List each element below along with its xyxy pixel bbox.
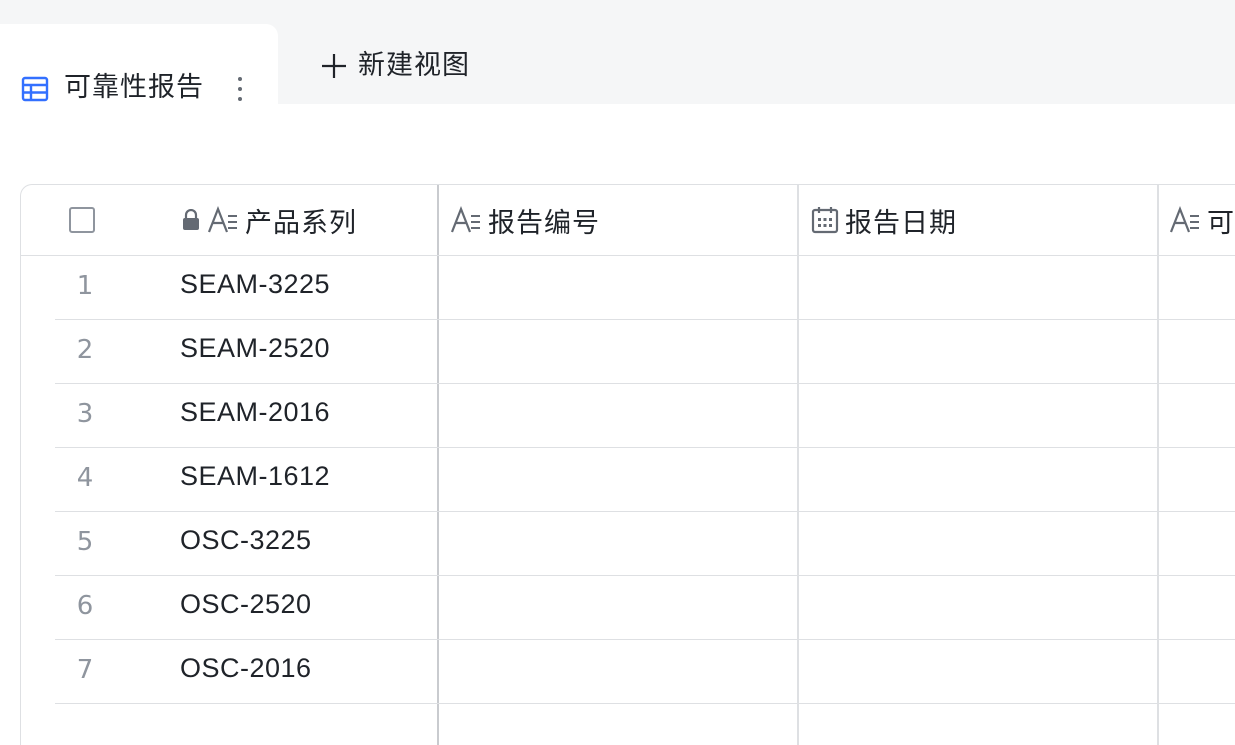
tab-label: 可靠性报告 bbox=[64, 72, 204, 103]
table-row[interactable]: 7 OSC-2016 bbox=[55, 639, 1235, 704]
row-number: 3 bbox=[76, 399, 94, 429]
view-tab-bar: 可靠性报告 新建视图 bbox=[0, 0, 1235, 104]
product-series-cell[interactable]: OSC-2016 bbox=[180, 653, 312, 684]
column-header-reliability[interactable]: 可 bbox=[1169, 185, 1235, 255]
column-header-label: 可 bbox=[1207, 207, 1235, 239]
grid-view-icon bbox=[21, 76, 49, 102]
new-view-label: 新建视图 bbox=[358, 50, 470, 81]
product-series-cell[interactable]: OSC-2520 bbox=[180, 589, 312, 620]
column-header-label: 报告日期 bbox=[845, 207, 957, 239]
text-field-icon bbox=[1169, 206, 1199, 233]
row-number: 2 bbox=[76, 335, 94, 365]
data-table: 产品系列 报告编号 报告日期 可 1 SEAM-3225 2 SEAM-2520… bbox=[20, 184, 1235, 745]
column-header-label: 产品系列 bbox=[245, 207, 357, 239]
table-row[interactable]: 3 SEAM-2016 bbox=[55, 383, 1235, 448]
product-series-cell[interactable]: SEAM-2520 bbox=[180, 333, 330, 364]
column-header-label: 报告编号 bbox=[488, 207, 600, 239]
table-row[interactable]: 1 SEAM-3225 bbox=[55, 255, 1235, 320]
column-header-product-series[interactable]: 产品系列 bbox=[181, 185, 357, 255]
product-series-cell[interactable]: SEAM-3225 bbox=[180, 269, 330, 300]
row-number: 1 bbox=[76, 271, 94, 301]
product-series-cell[interactable]: SEAM-1612 bbox=[180, 461, 330, 492]
column-header-report-date[interactable]: 报告日期 bbox=[811, 185, 957, 255]
row-number: 7 bbox=[76, 655, 94, 685]
text-field-icon bbox=[450, 206, 480, 233]
plus-icon bbox=[322, 54, 346, 78]
text-field-icon bbox=[207, 206, 237, 233]
column-header-report-number[interactable]: 报告编号 bbox=[450, 185, 600, 255]
tab-reliability-report[interactable]: 可靠性报告 bbox=[0, 24, 278, 104]
row-number: 6 bbox=[76, 591, 94, 621]
select-all-checkbox[interactable] bbox=[69, 207, 95, 233]
new-view-button[interactable]: 新建视图 bbox=[318, 46, 470, 86]
product-series-cell[interactable]: OSC-3225 bbox=[180, 525, 312, 556]
more-options-icon[interactable] bbox=[232, 75, 248, 103]
calendar-icon bbox=[811, 207, 839, 234]
table-row[interactable]: 6 OSC-2520 bbox=[55, 575, 1235, 640]
row-number: 4 bbox=[76, 463, 94, 493]
lock-icon bbox=[183, 209, 199, 230]
table-row[interactable]: 2 SEAM-2520 bbox=[55, 319, 1235, 384]
table-header: 产品系列 报告编号 报告日期 可 bbox=[21, 185, 1235, 256]
product-series-cell[interactable]: SEAM-2016 bbox=[180, 397, 330, 428]
table-row[interactable]: 5 OSC-3225 bbox=[55, 511, 1235, 576]
row-number: 5 bbox=[76, 527, 94, 557]
table-row[interactable]: 4 SEAM-1612 bbox=[55, 447, 1235, 512]
